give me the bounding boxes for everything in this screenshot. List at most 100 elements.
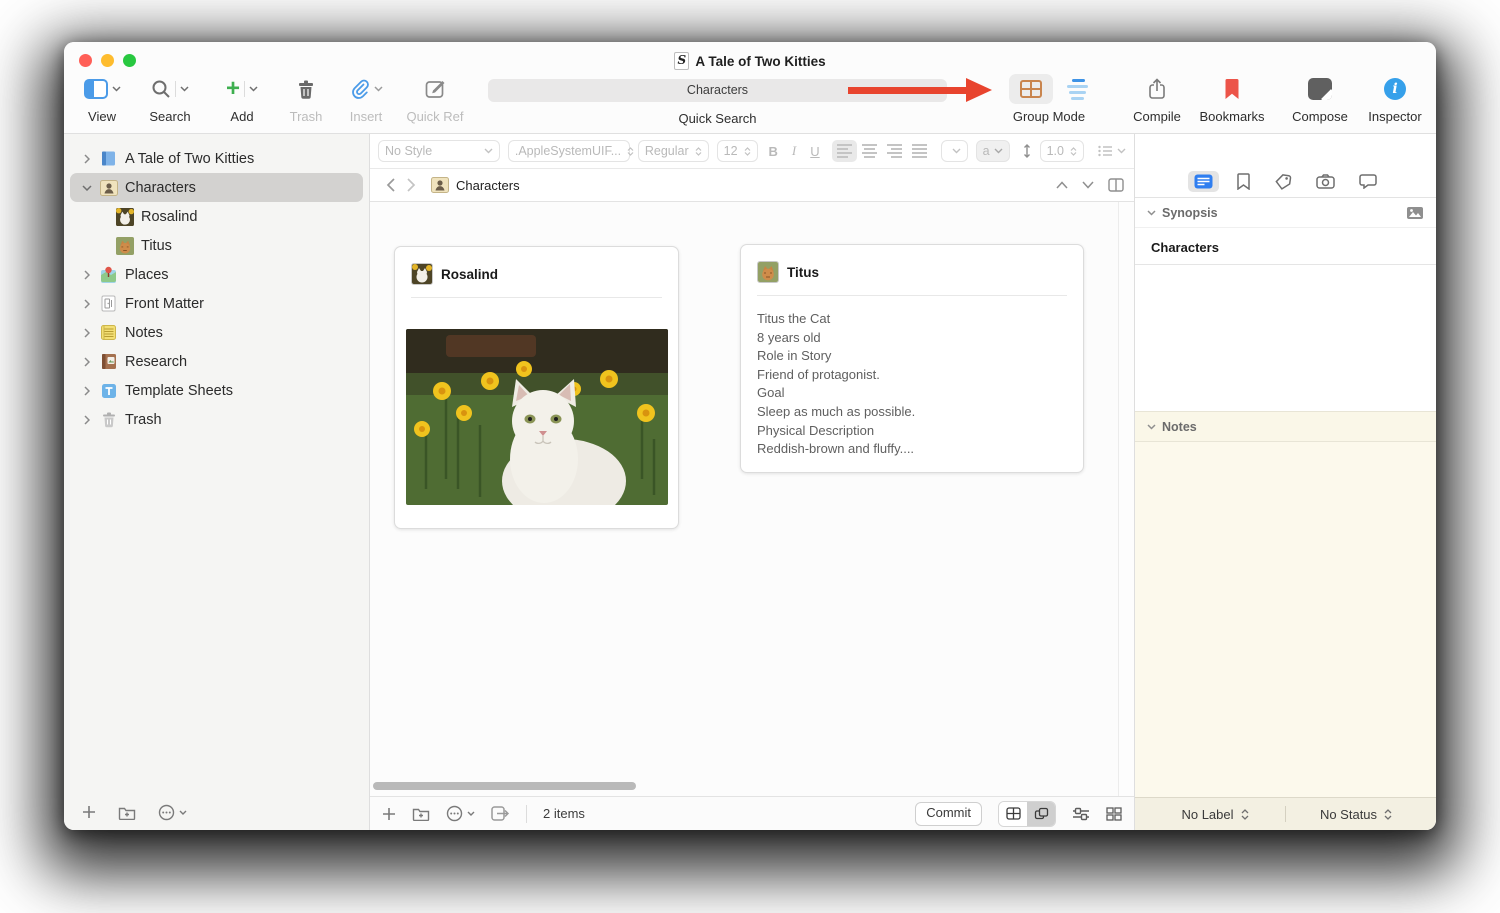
binder-item-template-sheets[interactable]: Template Sheets bbox=[70, 376, 363, 405]
inspector-panel: Synopsis Characters Notes No Label No St… bbox=[1134, 134, 1436, 830]
freeform-view-button[interactable] bbox=[1027, 801, 1055, 826]
editor-pane: No Style .AppleSystemUIF... Regular 12 B… bbox=[370, 134, 1134, 830]
notes-section-header[interactable]: Notes bbox=[1135, 411, 1436, 442]
insert-button[interactable]: Insert bbox=[336, 75, 396, 124]
synopsis-line: Physical Description bbox=[757, 422, 875, 438]
disclosure-closed-icon[interactable] bbox=[78, 356, 96, 367]
template-icon bbox=[99, 381, 118, 400]
annotation-arrow bbox=[848, 78, 992, 102]
compose-icon bbox=[1308, 78, 1332, 100]
binder-item-label: Trash bbox=[125, 411, 162, 428]
index-card-rosalind[interactable]: Rosalind bbox=[394, 246, 679, 529]
label-dropdown[interactable]: No Label bbox=[1145, 807, 1285, 822]
underline-button[interactable]: U bbox=[807, 144, 822, 159]
align-justify-button[interactable] bbox=[911, 144, 927, 158]
item-count: 2 items bbox=[543, 806, 585, 821]
binder-item-a-tale-of-two-kitties[interactable]: A Tale of Two Kitties bbox=[70, 144, 363, 173]
list-style-dropdown[interactable] bbox=[1098, 145, 1126, 157]
vertical-scrollbar-track[interactable] bbox=[1118, 202, 1134, 796]
arrange-by-icon[interactable] bbox=[1072, 807, 1090, 821]
binder-item-characters[interactable]: Characters bbox=[70, 173, 363, 202]
synopsis-line: Titus the Cat bbox=[757, 311, 831, 326]
align-center-button[interactable] bbox=[861, 144, 877, 158]
font-dropdown[interactable]: .AppleSystemUIF... bbox=[507, 140, 634, 162]
italic-button[interactable]: I bbox=[789, 143, 799, 159]
font-variant-dropdown[interactable]: Regular bbox=[637, 140, 709, 162]
binder-item-research[interactable]: Research bbox=[70, 347, 363, 376]
stepper-icon bbox=[695, 146, 702, 156]
index-card-titus[interactable]: Titus Titus the Cat 8 years old Role in St… bbox=[740, 244, 1084, 473]
add-item-button[interactable] bbox=[82, 805, 96, 819]
style-dropdown[interactable]: No Style bbox=[378, 140, 500, 162]
outline-mode-icon[interactable] bbox=[1067, 78, 1089, 100]
disclosure-closed-icon[interactable] bbox=[78, 327, 96, 338]
tab-bookmarks[interactable] bbox=[1237, 173, 1250, 190]
highlight-dropdown[interactable]: a bbox=[975, 140, 1010, 162]
stepper-icon bbox=[627, 146, 634, 156]
binder-item-front-matter[interactable]: Front Matter bbox=[70, 289, 363, 318]
trash-button[interactable]: Trash bbox=[282, 75, 330, 124]
add-button[interactable]: + Add bbox=[212, 75, 272, 124]
add-folder-button[interactable] bbox=[412, 806, 430, 821]
binder-item-rosalind[interactable]: Rosalind bbox=[70, 202, 363, 231]
status-dropdown[interactable]: No Status bbox=[1286, 807, 1426, 822]
view-button[interactable]: View bbox=[72, 75, 132, 124]
synopsis-image-icon[interactable] bbox=[1406, 206, 1424, 220]
synopsis-section-header[interactable]: Synopsis bbox=[1135, 198, 1436, 228]
bold-button[interactable]: B bbox=[766, 144, 781, 159]
corkboard-mode-button[interactable] bbox=[1009, 74, 1053, 104]
quick-ref-compose-icon bbox=[425, 79, 446, 99]
synopsis-body[interactable]: Characters bbox=[1135, 228, 1436, 411]
text-color-dropdown[interactable] bbox=[940, 140, 968, 162]
toolbar: S A Tale of Two Kitties View Search + Ad… bbox=[64, 42, 1436, 134]
inspector-footer: No Label No Status bbox=[1135, 797, 1436, 830]
line-spacing-icon bbox=[1022, 143, 1032, 159]
quick-ref-button[interactable]: Quick Ref bbox=[400, 75, 470, 124]
open-in-other-editor-button[interactable] bbox=[491, 806, 510, 821]
bookmarks-button[interactable]: Bookmarks bbox=[1194, 75, 1270, 124]
binder-item-places[interactable]: Places bbox=[70, 260, 363, 289]
split-view-icon[interactable] bbox=[1108, 178, 1124, 192]
synopsis-line: Friend of protagonist. bbox=[757, 366, 880, 382]
tab-metadata[interactable] bbox=[1274, 173, 1292, 190]
synopsis-line: Reddish-brown and fluffy.... bbox=[757, 441, 915, 457]
align-right-button[interactable] bbox=[886, 144, 902, 158]
disclosure-closed-icon[interactable] bbox=[78, 414, 96, 425]
disclosure-closed-icon[interactable] bbox=[78, 385, 96, 396]
white-cat-thumb-icon bbox=[411, 263, 433, 285]
disclosure-closed-icon[interactable] bbox=[78, 269, 96, 280]
tab-comments[interactable] bbox=[1359, 174, 1377, 189]
notes-body[interactable] bbox=[1135, 442, 1436, 797]
disclosure-closed-icon[interactable] bbox=[78, 298, 96, 309]
prev-document-button[interactable] bbox=[1056, 181, 1068, 189]
tab-snapshots[interactable] bbox=[1316, 174, 1335, 189]
card-size-grid-icon[interactable] bbox=[1106, 806, 1122, 821]
quick-search-label: Quick Search bbox=[678, 111, 757, 126]
next-document-button[interactable] bbox=[1082, 181, 1094, 189]
nav-forward-button[interactable] bbox=[401, 178, 422, 192]
add-item-button[interactable] bbox=[382, 807, 396, 821]
binder-item-notes[interactable]: Notes bbox=[70, 318, 363, 347]
tab-notes[interactable] bbox=[1188, 171, 1219, 192]
inspector-button[interactable]: i Inspector bbox=[1362, 75, 1428, 124]
disclosure-open-icon[interactable] bbox=[78, 184, 96, 191]
horizontal-scrollbar-thumb[interactable] bbox=[373, 782, 636, 790]
align-left-button[interactable] bbox=[831, 140, 857, 162]
add-folder-button[interactable] bbox=[118, 805, 136, 820]
binder-options-button[interactable] bbox=[158, 804, 187, 821]
search-button[interactable]: Search bbox=[138, 75, 202, 124]
line-spacing-dropdown[interactable]: 1.0 bbox=[1039, 140, 1084, 162]
disclosure-closed-icon[interactable] bbox=[78, 153, 96, 164]
binder-item-trash[interactable]: Trash bbox=[70, 405, 363, 434]
corkboard-options-button[interactable] bbox=[446, 805, 475, 822]
compose-button[interactable]: Compose bbox=[1288, 75, 1352, 124]
nav-back-button[interactable] bbox=[380, 178, 401, 192]
grid-view-button[interactable] bbox=[999, 801, 1027, 826]
corkboard-grid-icon bbox=[1020, 80, 1042, 98]
trash-can-icon bbox=[99, 410, 118, 429]
commit-button[interactable]: Commit bbox=[915, 801, 982, 826]
compile-button[interactable]: Compile bbox=[1126, 75, 1188, 124]
binder-item-titus[interactable]: Titus bbox=[70, 231, 363, 260]
font-size-dropdown[interactable]: 12 bbox=[716, 140, 758, 162]
character-card-icon bbox=[430, 176, 449, 195]
